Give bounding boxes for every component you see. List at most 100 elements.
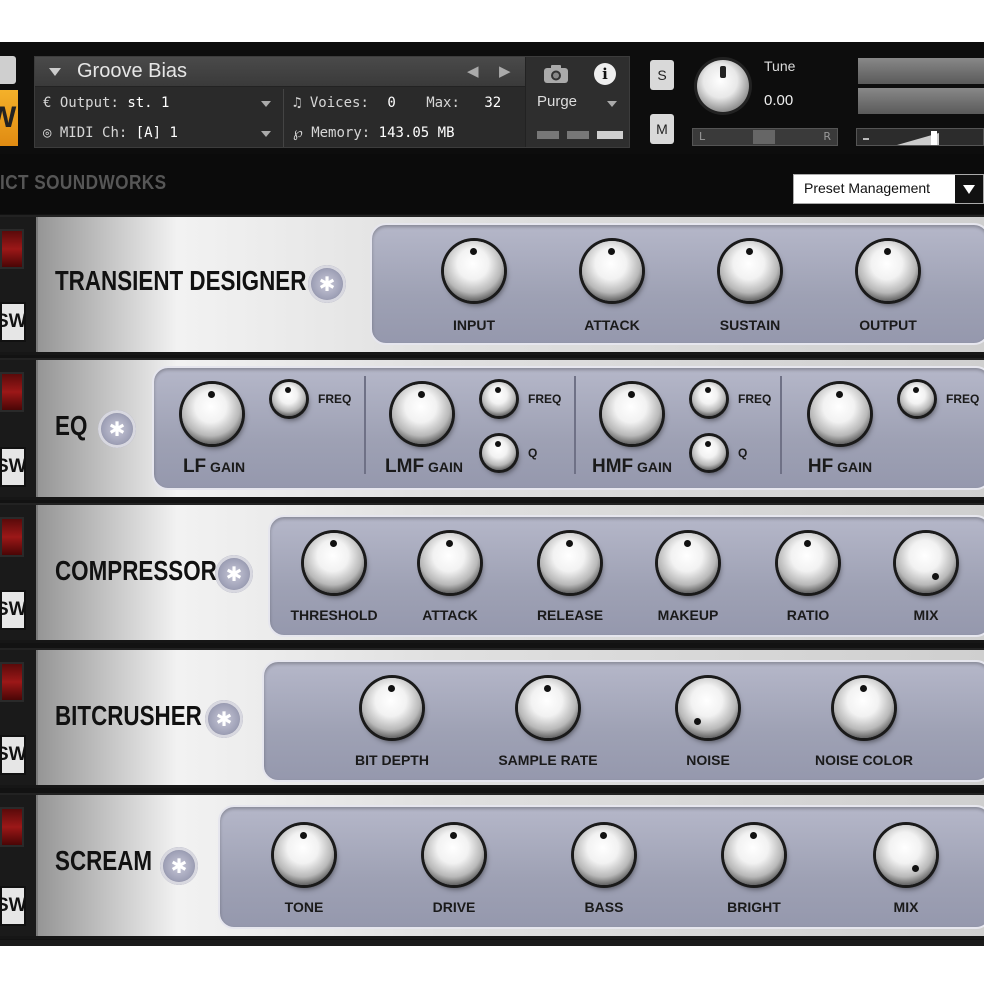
purge-button[interactable]: Purge: [537, 93, 577, 110]
volume-slider[interactable]: [856, 128, 984, 146]
output-dropdown-icon[interactable]: [261, 101, 271, 107]
knob-label: SAMPLE RATE: [498, 752, 598, 768]
power-led[interactable]: [0, 662, 24, 702]
freq-label: FREQ: [528, 392, 562, 406]
knob-label: ATTACK: [584, 317, 640, 333]
bypass-switch[interactable]: SW: [0, 735, 26, 775]
next-arrow-icon[interactable]: ▶: [499, 62, 511, 80]
knob-label: NOISE: [686, 752, 730, 768]
preset-management-dropdown[interactable]: Preset Management: [793, 174, 984, 204]
band-divider: [574, 376, 576, 474]
attack-knob[interactable]: [582, 241, 642, 301]
drive-knob[interactable]: [424, 825, 484, 885]
expand-triangle-icon[interactable]: [49, 68, 61, 76]
prev-arrow-icon[interactable]: ◀: [467, 62, 479, 80]
instrument-name[interactable]: Groove Bias: [77, 60, 187, 83]
freq-label: FREQ: [946, 392, 980, 406]
mix-knob[interactable]: [896, 533, 956, 593]
output-label: Output:: [59, 95, 119, 111]
knob-label: BRIGHT: [727, 899, 781, 915]
mute-button[interactable]: M: [650, 114, 674, 144]
logo-letter: W: [0, 101, 17, 134]
output-knob[interactable]: [858, 241, 918, 301]
tone-knob[interactable]: [274, 825, 334, 885]
release-knob[interactable]: [540, 533, 600, 593]
midi-channel-selector[interactable]: ◎ MIDI Ch: [A] 1: [43, 119, 283, 147]
module-side-strip: SW: [0, 505, 38, 640]
knob-label: BASS: [584, 899, 624, 915]
eq-panel: FREQ LF GAIN FREQ Q LMF GAIN FREQ Q HMF …: [152, 366, 984, 490]
input-knob[interactable]: [444, 241, 504, 301]
ratio-knob[interactable]: [778, 533, 838, 593]
voices-icon: ♫: [293, 95, 302, 111]
pan-handle[interactable]: [753, 130, 775, 144]
knob-label: THRESHOLD: [290, 607, 378, 623]
settings-gear-icon[interactable]: ✱: [205, 700, 243, 738]
max-voices-value[interactable]: 32: [484, 95, 501, 111]
output-value: st. 1: [127, 95, 170, 111]
instrument-logo: W: [0, 90, 18, 146]
bypass-switch[interactable]: SW: [0, 447, 26, 487]
pan-slider[interactable]: L R: [692, 128, 838, 146]
midi-icon: ◎: [43, 125, 52, 141]
hf-gain-label: HF GAIN: [807, 456, 873, 477]
module-title: SCREAM: [55, 845, 153, 876]
makeup-knob[interactable]: [658, 533, 718, 593]
settings-gear-icon[interactable]: ✱: [98, 410, 136, 448]
hmf-gain-knob[interactable]: [602, 384, 662, 444]
knob-label: MAKEUP: [657, 607, 719, 623]
module-side-strip: SW: [0, 650, 38, 785]
module-title: COMPRESSOR: [55, 555, 217, 586]
settings-gear-icon[interactable]: ✱: [308, 265, 346, 303]
hmf-freq-knob[interactable]: [692, 382, 726, 416]
module-side-strip: SW: [0, 795, 38, 936]
module-side-strip: SW: [0, 217, 38, 352]
bypass-switch[interactable]: SW: [0, 590, 26, 630]
collapse-button[interactable]: [0, 56, 16, 84]
mix-knob[interactable]: [876, 825, 936, 885]
compressor-panel: THRESHOLD ATTACK RELEASE MAKEUP RATIO MI…: [268, 515, 984, 637]
knob-label: OUTPUT: [859, 317, 917, 333]
power-led[interactable]: [0, 372, 24, 412]
power-led[interactable]: [0, 517, 24, 557]
hf-gain-knob[interactable]: [810, 384, 870, 444]
power-led[interactable]: [0, 807, 24, 847]
lf-freq-knob[interactable]: [272, 382, 306, 416]
knob-label: NOISE COLOR: [814, 752, 914, 768]
lmf-gain-knob[interactable]: [392, 384, 452, 444]
bypass-switch[interactable]: SW: [0, 886, 26, 926]
settings-gear-icon[interactable]: ✱: [215, 555, 253, 593]
bit-depth-knob[interactable]: [362, 678, 422, 738]
bass-knob[interactable]: [574, 825, 634, 885]
output-selector[interactable]: € Output: st. 1: [43, 89, 283, 117]
bitcrusher-module: SW BITCRUSHER ✱ BIT DEPTH SAMPLE RATE NO…: [0, 648, 984, 788]
noise-knob[interactable]: [678, 678, 738, 738]
chevron-down-icon[interactable]: [955, 175, 983, 203]
settings-gear-icon[interactable]: ✱: [160, 847, 198, 885]
info-icon[interactable]: i: [594, 63, 616, 85]
max-label: Max:: [426, 95, 460, 111]
attack-knob[interactable]: [420, 533, 480, 593]
hf-freq-knob[interactable]: [900, 382, 934, 416]
bypass-switch[interactable]: SW: [0, 302, 26, 342]
lmf-q-knob[interactable]: [482, 436, 516, 470]
threshold-knob[interactable]: [304, 533, 364, 593]
bitcrusher-panel: BIT DEPTH SAMPLE RATE NOISE NOISE COLOR: [262, 660, 984, 782]
tune-knob[interactable]: [697, 60, 749, 112]
noise-color-knob[interactable]: [834, 678, 894, 738]
knob-label: ATTACK: [422, 607, 478, 623]
bright-knob[interactable]: [724, 825, 784, 885]
camera-icon[interactable]: [541, 63, 571, 85]
solo-button[interactable]: S: [650, 60, 674, 90]
purge-dropdown-icon[interactable]: [607, 101, 617, 107]
sample-rate-knob[interactable]: [518, 678, 578, 738]
module-title: EQ: [55, 410, 88, 441]
hmf-q-knob[interactable]: [692, 436, 726, 470]
power-led[interactable]: [0, 229, 24, 269]
knob-label: RATIO: [786, 607, 830, 623]
lmf-freq-knob[interactable]: [482, 382, 516, 416]
freq-label: FREQ: [738, 392, 772, 406]
sustain-knob[interactable]: [720, 241, 780, 301]
lf-gain-knob[interactable]: [182, 384, 242, 444]
midi-dropdown-icon[interactable]: [261, 131, 271, 137]
